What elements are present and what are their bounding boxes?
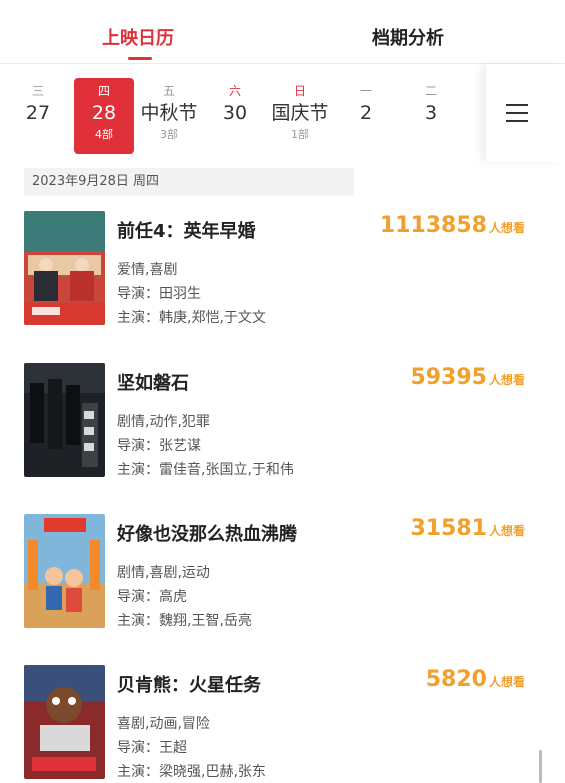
movie-poster[interactable] bbox=[24, 665, 105, 779]
date-label: 27 bbox=[25, 102, 51, 124]
date-weekday: 三 bbox=[31, 84, 44, 98]
date-label: 中秋节 bbox=[140, 102, 198, 124]
director-label: 导演： bbox=[117, 286, 159, 302]
movie-director: 王超 bbox=[159, 740, 187, 756]
movie-cast: 韩庚,郑恺,于文文 bbox=[159, 310, 266, 326]
date-weekday: 五 bbox=[162, 84, 175, 98]
date-weekday: 二 bbox=[424, 84, 437, 98]
movie-cast: 雷佳音,张国立,于和伟 bbox=[159, 462, 294, 478]
movie-director: 高虎 bbox=[159, 589, 187, 605]
date-count: 1部 bbox=[291, 128, 309, 141]
movie-title[interactable]: 贝肯熊：火星任务 bbox=[117, 671, 261, 697]
movie-title[interactable]: 前任4：英年早婚 bbox=[117, 217, 256, 243]
movie-poster[interactable] bbox=[24, 363, 105, 477]
want-suffix: 人想看 bbox=[488, 373, 525, 387]
movie-cast-line: 主演：韩庚,郑恺,于文文 bbox=[117, 307, 266, 327]
movie-director-line: 导演：田羽生 bbox=[117, 283, 201, 303]
scrollbar-thumb[interactable] bbox=[539, 750, 542, 783]
date-weekday: 日 bbox=[293, 84, 306, 98]
movie-director: 张艺谋 bbox=[159, 438, 201, 454]
date-weekday: 四 bbox=[97, 84, 110, 98]
want-suffix: 人想看 bbox=[488, 675, 525, 689]
director-label: 导演： bbox=[117, 438, 159, 454]
want-number: 59395 bbox=[410, 365, 487, 390]
movie-poster[interactable] bbox=[24, 211, 105, 325]
date-label: 28 bbox=[91, 102, 117, 124]
movie-cast-line: 主演：雷佳音,张国立,于和伟 bbox=[117, 459, 294, 479]
movie-poster[interactable] bbox=[24, 514, 105, 628]
date-selector: 三 27 四 28 4部 五 中秋节 3部 六 30 日 国庆节 1部 一 2 … bbox=[0, 64, 565, 162]
date-label: 3 bbox=[424, 102, 438, 124]
date-label: 国庆节 bbox=[271, 102, 329, 124]
cast-label: 主演： bbox=[117, 764, 159, 780]
date-count: 3部 bbox=[160, 128, 178, 141]
hamburger-icon bbox=[506, 104, 528, 122]
date-weekday: 六 bbox=[228, 84, 241, 98]
want-to-see-count: 1113858 人想看 bbox=[380, 213, 525, 238]
date-weekday: 一 bbox=[359, 84, 372, 98]
movie-item[interactable]: 前任4：英年早婚 1113858 人想看 爱情,喜剧 导演：田羽生 主演：韩庚,郑… bbox=[0, 211, 565, 341]
movie-director-line: 导演：王超 bbox=[117, 737, 187, 757]
movie-genres: 爱情,喜剧 bbox=[117, 262, 178, 278]
movie-title[interactable]: 坚如磐石 bbox=[117, 369, 189, 395]
movie-cast: 梁晓强,巴赫,张东 bbox=[159, 764, 266, 780]
movie-director-line: 导演：高虎 bbox=[117, 586, 187, 606]
want-number: 5820 bbox=[425, 667, 487, 692]
movie-genres: 剧情,动作,犯罪 bbox=[117, 414, 210, 430]
want-number: 1113858 bbox=[379, 213, 487, 238]
cast-label: 主演： bbox=[117, 462, 159, 478]
director-label: 导演： bbox=[117, 589, 159, 605]
top-tab-bar: 上映日历 档期分析 bbox=[0, 0, 565, 64]
movie-cast: 魏翔,王智,岳亮 bbox=[159, 613, 252, 629]
want-suffix: 人想看 bbox=[488, 221, 525, 235]
date-item[interactable]: 五 中秋节 3部 bbox=[139, 84, 199, 142]
tab-active-underline bbox=[128, 57, 152, 60]
date-label: 2 bbox=[359, 102, 373, 124]
movie-director: 田羽生 bbox=[159, 286, 201, 302]
movie-title[interactable]: 好像也没那么热血沸腾 bbox=[117, 520, 297, 546]
movie-genres: 喜剧,动画,冒险 bbox=[117, 716, 210, 732]
calendar-menu-button[interactable] bbox=[486, 64, 565, 162]
date-item[interactable]: 六 30 bbox=[205, 84, 265, 128]
want-to-see-count: 5820 人想看 bbox=[426, 667, 525, 692]
date-section-header: 2023年9月28日 周四 bbox=[24, 168, 354, 196]
cast-label: 主演： bbox=[117, 310, 159, 326]
director-label: 导演： bbox=[117, 740, 159, 756]
movie-item[interactable]: 贝肯熊：火星任务 5820 人想看 喜剧,动画,冒险 导演：王超 主演：梁晓强,巴… bbox=[0, 665, 565, 783]
movie-director-line: 导演：张艺谋 bbox=[117, 435, 201, 455]
date-label: 30 bbox=[222, 102, 248, 124]
want-number: 31581 bbox=[410, 516, 487, 541]
movie-cast-line: 主演：魏翔,王智,岳亮 bbox=[117, 610, 252, 630]
movie-genres: 剧情,喜剧,运动 bbox=[117, 565, 210, 581]
want-to-see-count: 59395 人想看 bbox=[410, 365, 525, 390]
want-to-see-count: 31581 人想看 bbox=[410, 516, 525, 541]
date-item[interactable]: 日 国庆节 1部 bbox=[270, 84, 330, 142]
want-suffix: 人想看 bbox=[488, 524, 525, 538]
date-item[interactable]: 二 3 bbox=[401, 84, 461, 128]
date-count: 4部 bbox=[95, 128, 113, 141]
tab-schedule-analysis[interactable]: 档期分析 bbox=[372, 24, 444, 50]
date-item-selected[interactable]: 四 28 4部 bbox=[74, 78, 134, 154]
tab-release-calendar[interactable]: 上映日历 bbox=[102, 24, 174, 50]
movie-item[interactable]: 坚如磐石 59395 人想看 剧情,动作,犯罪 导演：张艺谋 主演：雷佳音,张国立… bbox=[0, 363, 565, 493]
cast-label: 主演： bbox=[117, 613, 159, 629]
movie-item[interactable]: 好像也没那么热血沸腾 31581 人想看 剧情,喜剧,运动 导演：高虎 主演：魏翔… bbox=[0, 514, 565, 644]
date-item[interactable]: 一 2 bbox=[336, 84, 396, 128]
date-item[interactable]: 三 27 bbox=[8, 84, 68, 128]
movie-cast-line: 主演：梁晓强,巴赫,张东 bbox=[117, 761, 266, 781]
